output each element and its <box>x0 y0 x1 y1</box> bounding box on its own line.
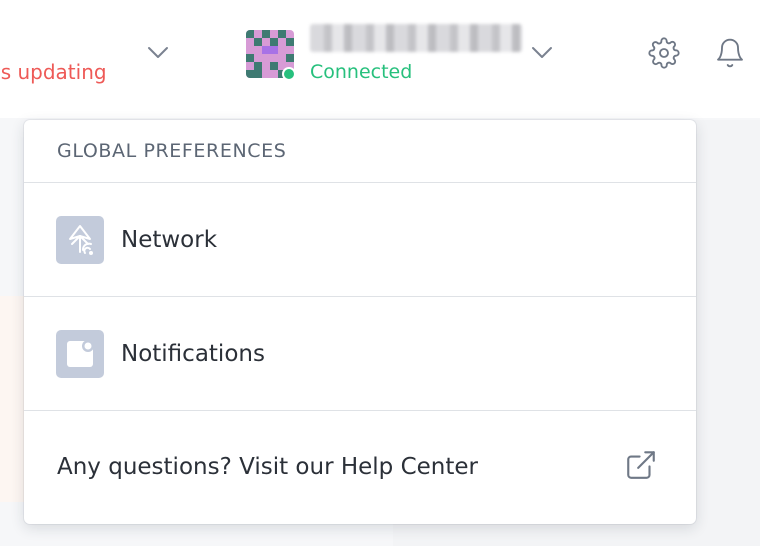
help-center-link[interactable]: Any questions? Visit our Help Center <box>24 411 696 523</box>
sync-status-text: ds updating <box>0 60 107 84</box>
background-card <box>0 296 24 502</box>
bell-icon[interactable] <box>712 35 748 71</box>
menu-item-label: Notifications <box>121 340 265 367</box>
menu-item-notifications[interactable]: Notifications <box>24 297 696 411</box>
notifications-icon <box>56 329 104 378</box>
account-name: ███ ██ ██ <box>310 24 522 52</box>
online-indicator <box>282 67 296 81</box>
section-title: GLOBAL PREFERENCES <box>24 120 696 183</box>
chevron-down-icon[interactable] <box>531 46 553 60</box>
menu-item-label: Network <box>121 226 218 253</box>
help-center-label: Any questions? Visit our Help Center <box>57 454 478 480</box>
chevron-down-icon[interactable] <box>147 46 169 60</box>
network-icon <box>56 215 104 264</box>
menu-item-network[interactable]: Network <box>24 183 696 297</box>
top-bar: ds updating ███ ██ ██ Connected <box>0 0 760 118</box>
external-link-icon <box>624 448 658 486</box>
connection-status: Connected <box>310 61 413 83</box>
gear-icon[interactable] <box>646 35 682 71</box>
global-preferences-dropdown: GLOBAL PREFERENCES Network Notifications <box>24 120 696 524</box>
